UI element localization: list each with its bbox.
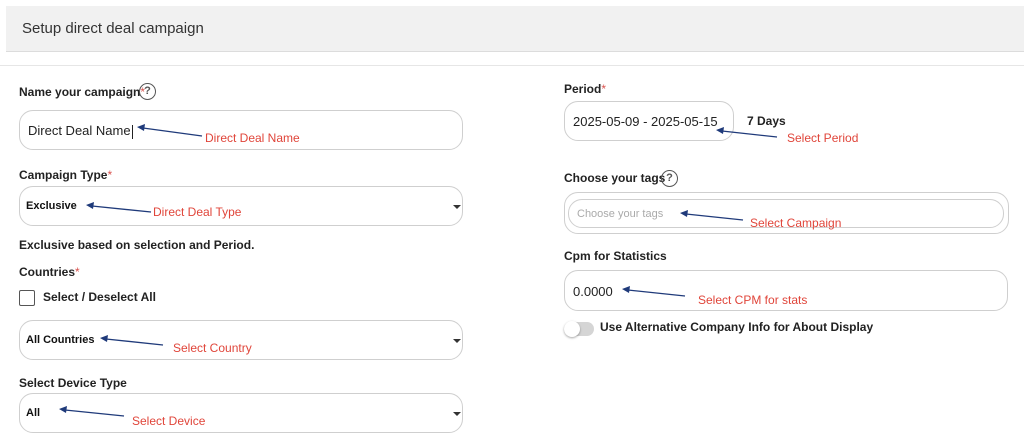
device-type-selected: All bbox=[26, 407, 41, 419]
help-icon[interactable]: ? bbox=[139, 83, 156, 100]
campaign-type-note: Exclusive based on selection and Period. bbox=[19, 238, 255, 252]
period-label-text: Period bbox=[564, 82, 602, 96]
tags-label: Choose your tags bbox=[564, 171, 666, 185]
cpm-label: Cpm for Statistics bbox=[564, 249, 667, 263]
device-type-annotation: Select Device bbox=[132, 414, 206, 428]
campaign-type-label: Campaign Type* bbox=[19, 168, 112, 182]
arrow-left-icon bbox=[137, 124, 203, 137]
arrow-left-icon bbox=[622, 286, 686, 297]
text-cursor bbox=[131, 124, 133, 139]
arrow-left-icon bbox=[86, 202, 152, 213]
cpm-value: 0.0000 bbox=[573, 284, 613, 299]
arrow-left-icon bbox=[716, 127, 778, 138]
tags-placeholder: Choose your tags bbox=[577, 208, 664, 220]
arrow-left-icon bbox=[100, 335, 164, 346]
period-date-range-input[interactable]: 2025-05-09 - 2025-05-15 bbox=[564, 101, 734, 141]
page-title: Setup direct deal campaign bbox=[22, 20, 204, 37]
alt-company-toggle[interactable] bbox=[564, 321, 594, 337]
caret-down-icon bbox=[453, 205, 461, 209]
caret-down-icon bbox=[453, 412, 461, 416]
arrow-left-icon bbox=[59, 406, 125, 417]
select-all-checkbox[interactable] bbox=[19, 290, 35, 306]
required-mark: * bbox=[107, 168, 113, 182]
cpm-annotation: Select CPM for stats bbox=[698, 293, 808, 307]
device-type-label: Select Device Type bbox=[19, 376, 127, 390]
campaign-name-label-text: Name your campaign bbox=[19, 85, 141, 99]
select-all-label: Select / Deselect All bbox=[43, 290, 156, 304]
period-duration: 7 Days bbox=[747, 114, 786, 128]
header-divider bbox=[0, 65, 1024, 66]
arrow-left-icon bbox=[680, 210, 744, 221]
toggle-knob bbox=[564, 321, 580, 337]
countries-label: Countries* bbox=[19, 265, 80, 279]
campaign-name-label: Name your campaign* bbox=[19, 85, 145, 99]
help-icon[interactable]: ? bbox=[661, 170, 678, 187]
campaign-name-annotation: Direct Deal Name bbox=[205, 131, 300, 145]
page-header: Setup direct deal campaign bbox=[6, 6, 1024, 52]
period-label: Period* bbox=[564, 82, 606, 96]
campaign-name-input-value: Direct Deal Name bbox=[28, 123, 133, 139]
required-mark: * bbox=[601, 82, 607, 96]
period-annotation: Select Period bbox=[787, 131, 859, 145]
required-mark: * bbox=[75, 265, 80, 279]
campaign-type-annotation: Direct Deal Type bbox=[153, 205, 242, 219]
alt-company-label: Use Alternative Company Info for About D… bbox=[600, 320, 874, 334]
tags-annotation: Select Campaign bbox=[750, 216, 842, 230]
caret-down-icon bbox=[453, 339, 461, 343]
countries-annotation: Select Country bbox=[173, 341, 252, 355]
period-value: 2025-05-09 - 2025-05-15 bbox=[573, 114, 718, 129]
campaign-type-selected: Exclusive bbox=[26, 200, 77, 212]
countries-selected: All Countries bbox=[26, 334, 95, 346]
countries-label-text: Countries bbox=[19, 265, 76, 279]
campaign-type-label-text: Campaign Type bbox=[19, 168, 108, 182]
